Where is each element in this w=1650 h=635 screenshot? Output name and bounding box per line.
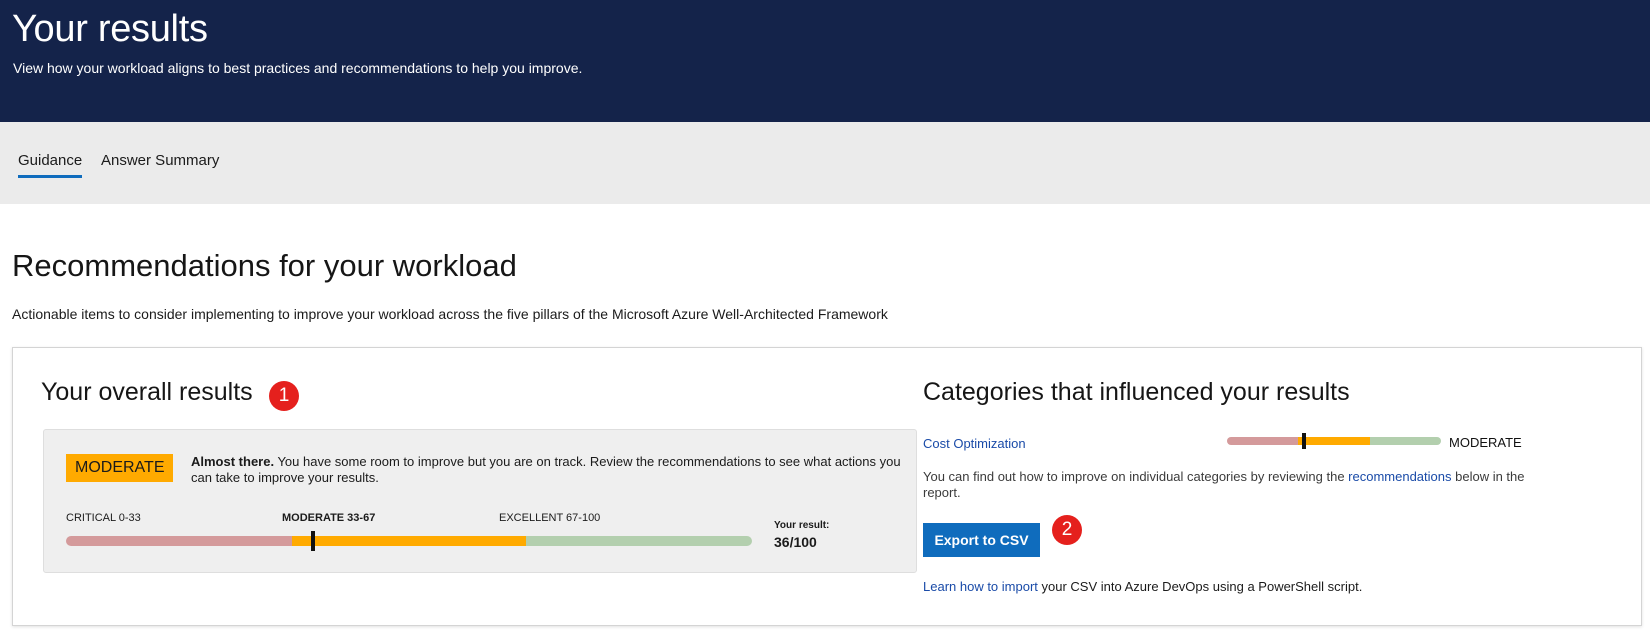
- import-help-text: Learn how to import your CSV into Azure …: [923, 579, 1362, 594]
- score-bar-excellent-segment: [525, 536, 752, 546]
- categories-desc-start: You can find out how to improve on indiv…: [923, 469, 1349, 484]
- callout-badge-1: 1: [269, 381, 299, 411]
- category-bar-critical-segment: [1227, 437, 1298, 445]
- scale-label-excellent: EXCELLENT 67-100: [499, 512, 601, 524]
- categories-description: You can find out how to improve on indiv…: [923, 469, 1553, 501]
- result-detail: You have some room to improve but you ar…: [191, 454, 901, 485]
- tab-guidance[interactable]: Guidance: [18, 152, 83, 178]
- score-bar: [66, 536, 752, 546]
- score-marker: [310, 531, 315, 551]
- tab-bar: Guidance Answer Summary: [0, 122, 1650, 204]
- overall-result-box: MODERATE Almost there. You have some roo…: [43, 429, 917, 573]
- section-subtitle: Actionable items to consider implementin…: [12, 306, 888, 322]
- page-title: Your results: [12, 8, 208, 50]
- category-score-marker: [1302, 433, 1307, 449]
- section-title: Recommendations for your workload: [12, 248, 517, 283]
- results-card: Your overall results 1 MODERATE Almost t…: [12, 347, 1642, 626]
- your-result-value: 36/100: [774, 534, 817, 550]
- category-bar-excellent-segment: [1370, 437, 1441, 445]
- recommendations-link[interactable]: recommendations: [1348, 469, 1451, 484]
- score-bar-critical-segment: [66, 536, 293, 546]
- score-bar-moderate-segment: [292, 536, 526, 546]
- result-description: Almost there. You have some room to impr…: [191, 454, 903, 486]
- scale-label-critical: CRITICAL 0-33: [66, 512, 141, 524]
- category-level-label: MODERATE: [1449, 435, 1522, 450]
- scale-label-moderate: MODERATE 33-67: [282, 512, 376, 524]
- import-help-rest: your CSV into Azure DevOps using a Power…: [1037, 579, 1363, 594]
- export-csv-button[interactable]: Export to CSV: [923, 523, 1040, 557]
- overall-results-title: Your overall results: [41, 378, 253, 406]
- learn-import-link[interactable]: Learn how to import: [923, 579, 1038, 594]
- result-headline: Almost there.: [191, 454, 275, 469]
- callout-badge-2: 2: [1052, 515, 1082, 545]
- category-score-bar: [1227, 437, 1441, 445]
- categories-title: Categories that influenced your results: [923, 378, 1350, 406]
- tab-answer-summary[interactable]: Answer Summary: [101, 152, 219, 175]
- category-link-cost-optimization[interactable]: Cost Optimization: [923, 436, 1026, 451]
- your-result-label: Your result:: [774, 520, 830, 531]
- results-header: Your results View how your workload alig…: [0, 0, 1650, 122]
- maturity-level-badge: MODERATE: [66, 454, 174, 482]
- page-subtitle: View how your workload aligns to best pr…: [13, 60, 583, 76]
- category-bar-moderate-segment: [1297, 437, 1371, 445]
